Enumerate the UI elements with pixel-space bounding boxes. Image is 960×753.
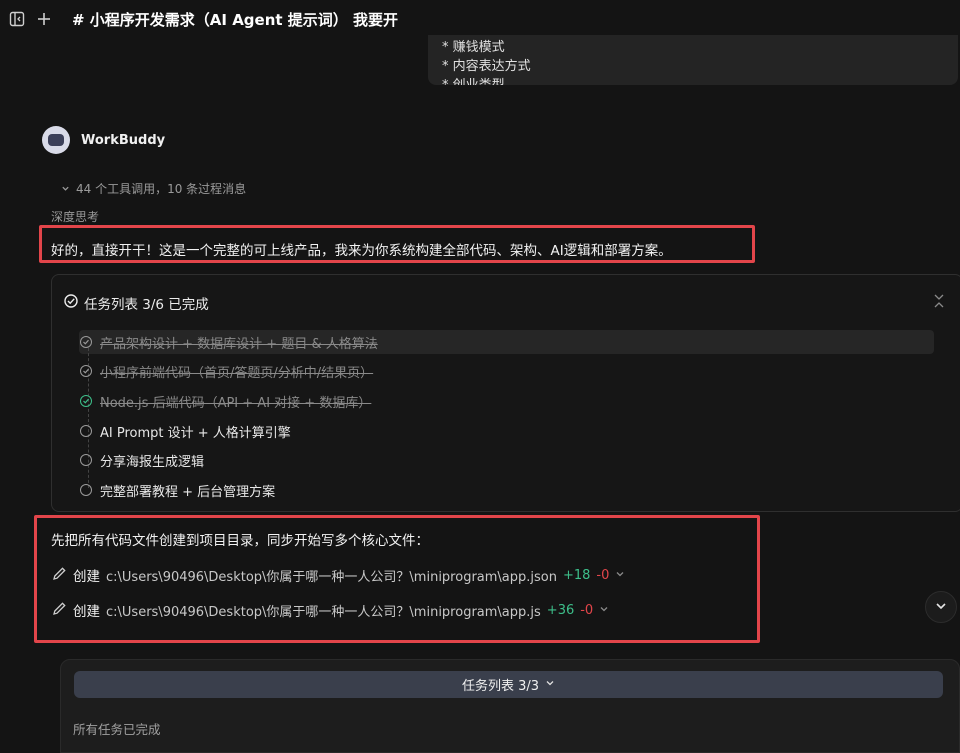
chevron-down-icon[interactable]	[599, 604, 609, 617]
task-item-label: 产品架构设计 + 数据库设计 + 题目 & 人格算法	[100, 336, 378, 352]
task-list-toggle[interactable]: 任务列表 3/3	[74, 671, 943, 698]
task-list-title: 任务列表 3/6 已完成	[64, 293, 209, 313]
lines-added: +18	[562, 567, 591, 583]
task-item[interactable]: AI Prompt 设计 + 人格计算引擎	[80, 419, 291, 443]
chevron-down-icon	[934, 598, 948, 617]
assistant-answer: 好的，直接开干！这是一个完整的可上线产品，我来为你系统构建全部代码、架构、AI逻…	[51, 243, 672, 259]
empty-circle-icon	[80, 425, 92, 437]
task-item-label: 小程序前端代码（首页/答题页/分析中/结果页）	[100, 365, 374, 381]
file-change-row[interactable]: 创建 c:\Users\90496\Desktop\你属于哪一种一人公司？\mi…	[52, 599, 609, 621]
tool-summary-toggle[interactable]: 44 个工具调用，10 条过程消息	[61, 180, 246, 197]
task-list-toggle-label: 任务列表 3/3	[461, 679, 540, 694]
lines-removed: -0	[580, 602, 594, 618]
lines-removed: -0	[596, 567, 610, 583]
task-item-label: Node.js 后端代码（API + AI 对接 + 数据库）	[100, 395, 372, 411]
user-message-card: * 赚钱模式 * 内容表达方式 * 创业类型	[428, 35, 958, 85]
task-item-label: AI Prompt 设计 + 人格计算引擎	[100, 425, 291, 441]
lines-added: +36	[546, 602, 575, 618]
chevron-down-icon[interactable]	[615, 569, 625, 582]
all-tasks-done-text: 所有任务已完成	[73, 722, 161, 737]
task-item[interactable]: 小程序前端代码（首页/答题页/分析中/结果页）	[80, 359, 373, 383]
avatar	[42, 126, 70, 154]
task-item[interactable]: 完整部署教程 + 后台管理方案	[80, 478, 275, 502]
file-path[interactable]: c:\Users\90496\Desktop\你属于哪一种一人公司？\minip…	[106, 566, 557, 585]
page-title: # 小程序开发需求（AI Agent 提示词） 我要开	[72, 11, 399, 29]
task-item[interactable]: 分享海报生成逻辑	[80, 448, 204, 472]
assistant-name: WorkBuddy	[81, 133, 166, 148]
task-item[interactable]: 产品架构设计 + 数据库设计 + 题目 & 人格算法	[80, 330, 378, 354]
code-intro-text: 先把所有代码文件创建到项目目录，同步开始写多个核心文件：	[51, 533, 429, 549]
chevron-down-icon	[61, 182, 70, 196]
check-circle-icon	[80, 336, 92, 348]
user-message-line: * 创业类型	[442, 74, 505, 85]
chevron-down-icon	[545, 677, 555, 692]
check-circle-icon	[80, 395, 92, 407]
plus-icon[interactable]	[33, 8, 55, 30]
check-circle-icon	[64, 294, 78, 312]
scroll-down-button[interactable]	[925, 591, 957, 623]
empty-circle-icon	[80, 484, 92, 496]
sidebar-toggle-icon[interactable]	[6, 8, 28, 30]
task-item[interactable]: Node.js 后端代码（API + AI 对接 + 数据库）	[80, 389, 371, 413]
task-item-label: 分享海报生成逻辑	[100, 454, 205, 470]
tool-summary-text: 44 个工具调用，10 条过程消息	[76, 182, 247, 196]
pencil-icon	[52, 601, 67, 620]
file-change-row[interactable]: 创建 c:\Users\90496\Desktop\你属于哪一种一人公司？\mi…	[52, 564, 625, 586]
file-path[interactable]: c:\Users\90496\Desktop\你属于哪一种一人公司？\minip…	[106, 601, 541, 620]
check-circle-icon	[80, 365, 92, 377]
thinking-label[interactable]: 深度思考	[51, 208, 99, 225]
file-action: 创建	[73, 569, 100, 585]
collapse-icon[interactable]	[931, 292, 947, 310]
user-message-line: * 内容表达方式	[442, 59, 531, 74]
task-list-title-text: 任务列表 3/6 已完成	[84, 297, 209, 313]
empty-circle-icon	[80, 454, 92, 466]
task-item-label: 完整部署教程 + 后台管理方案	[100, 484, 276, 500]
file-action: 创建	[73, 604, 100, 620]
user-message-line: * 赚钱模式	[442, 40, 505, 55]
pencil-icon	[52, 566, 67, 585]
top-bar: # 小程序开发需求（AI Agent 提示词） 我要开	[0, 0, 960, 38]
